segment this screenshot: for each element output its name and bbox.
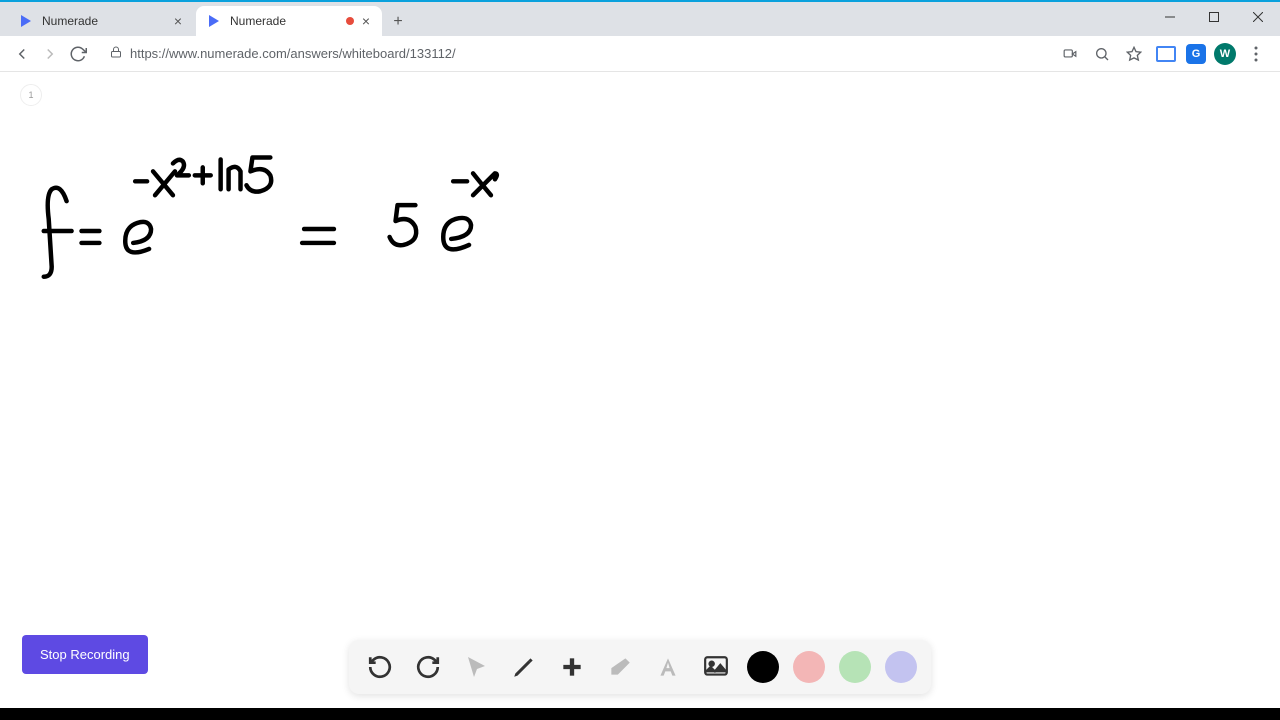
tab-numerade-1[interactable]: Numerade × bbox=[8, 6, 194, 36]
close-window-button[interactable] bbox=[1236, 2, 1280, 32]
tab-numerade-2[interactable]: Numerade × bbox=[196, 6, 382, 36]
color-pink[interactable] bbox=[793, 651, 825, 683]
back-button[interactable] bbox=[8, 40, 36, 68]
undo-button[interactable] bbox=[363, 650, 397, 684]
reload-button[interactable] bbox=[64, 40, 92, 68]
new-tab-button[interactable]: + bbox=[384, 8, 412, 36]
address-bar: https://www.numerade.com/answers/whitebo… bbox=[0, 36, 1280, 72]
url-text: https://www.numerade.com/answers/whitebo… bbox=[130, 46, 456, 61]
pointer-tool[interactable] bbox=[459, 650, 493, 684]
extension-g-icon[interactable]: G bbox=[1186, 44, 1206, 64]
add-tool[interactable] bbox=[555, 650, 589, 684]
lock-icon bbox=[110, 45, 122, 62]
window-controls bbox=[1148, 2, 1280, 36]
color-green[interactable] bbox=[839, 651, 871, 683]
redo-button[interactable] bbox=[411, 650, 445, 684]
color-purple[interactable] bbox=[885, 651, 917, 683]
page-content: 1 bbox=[0, 72, 1280, 708]
camera-icon[interactable] bbox=[1058, 42, 1082, 66]
stop-recording-button[interactable]: Stop Recording bbox=[22, 635, 148, 674]
text-tool[interactable] bbox=[651, 650, 685, 684]
forward-button[interactable] bbox=[36, 40, 64, 68]
star-icon[interactable] bbox=[1122, 42, 1146, 66]
minimize-button[interactable] bbox=[1148, 2, 1192, 32]
tab-bar: Numerade × Numerade × + bbox=[0, 2, 1280, 36]
tab-title: Numerade bbox=[42, 14, 172, 28]
whiteboard-canvas[interactable] bbox=[0, 72, 1280, 708]
search-icon[interactable] bbox=[1090, 42, 1114, 66]
pen-tool[interactable] bbox=[507, 650, 541, 684]
browser-window: Numerade × Numerade × + bbox=[0, 2, 1280, 708]
maximize-button[interactable] bbox=[1192, 2, 1236, 32]
profile-avatar[interactable]: W bbox=[1214, 43, 1236, 65]
handwriting-svg bbox=[0, 72, 1280, 708]
toolbar-right: G W bbox=[1058, 42, 1272, 66]
recording-indicator-icon bbox=[346, 17, 354, 25]
image-tool[interactable] bbox=[699, 650, 733, 684]
close-icon[interactable]: × bbox=[360, 13, 372, 29]
color-black[interactable] bbox=[747, 651, 779, 683]
eraser-tool[interactable] bbox=[603, 650, 637, 684]
close-icon[interactable]: × bbox=[172, 13, 184, 29]
favicon-icon bbox=[18, 13, 34, 29]
menu-icon[interactable] bbox=[1244, 42, 1268, 66]
whiteboard-toolbar bbox=[349, 640, 931, 694]
tab-title: Numerade bbox=[230, 14, 346, 28]
url-input[interactable]: https://www.numerade.com/answers/whitebo… bbox=[100, 40, 1050, 68]
window-accent-bar bbox=[0, 0, 1280, 2]
favicon-icon bbox=[206, 13, 222, 29]
cast-icon[interactable] bbox=[1154, 42, 1178, 66]
